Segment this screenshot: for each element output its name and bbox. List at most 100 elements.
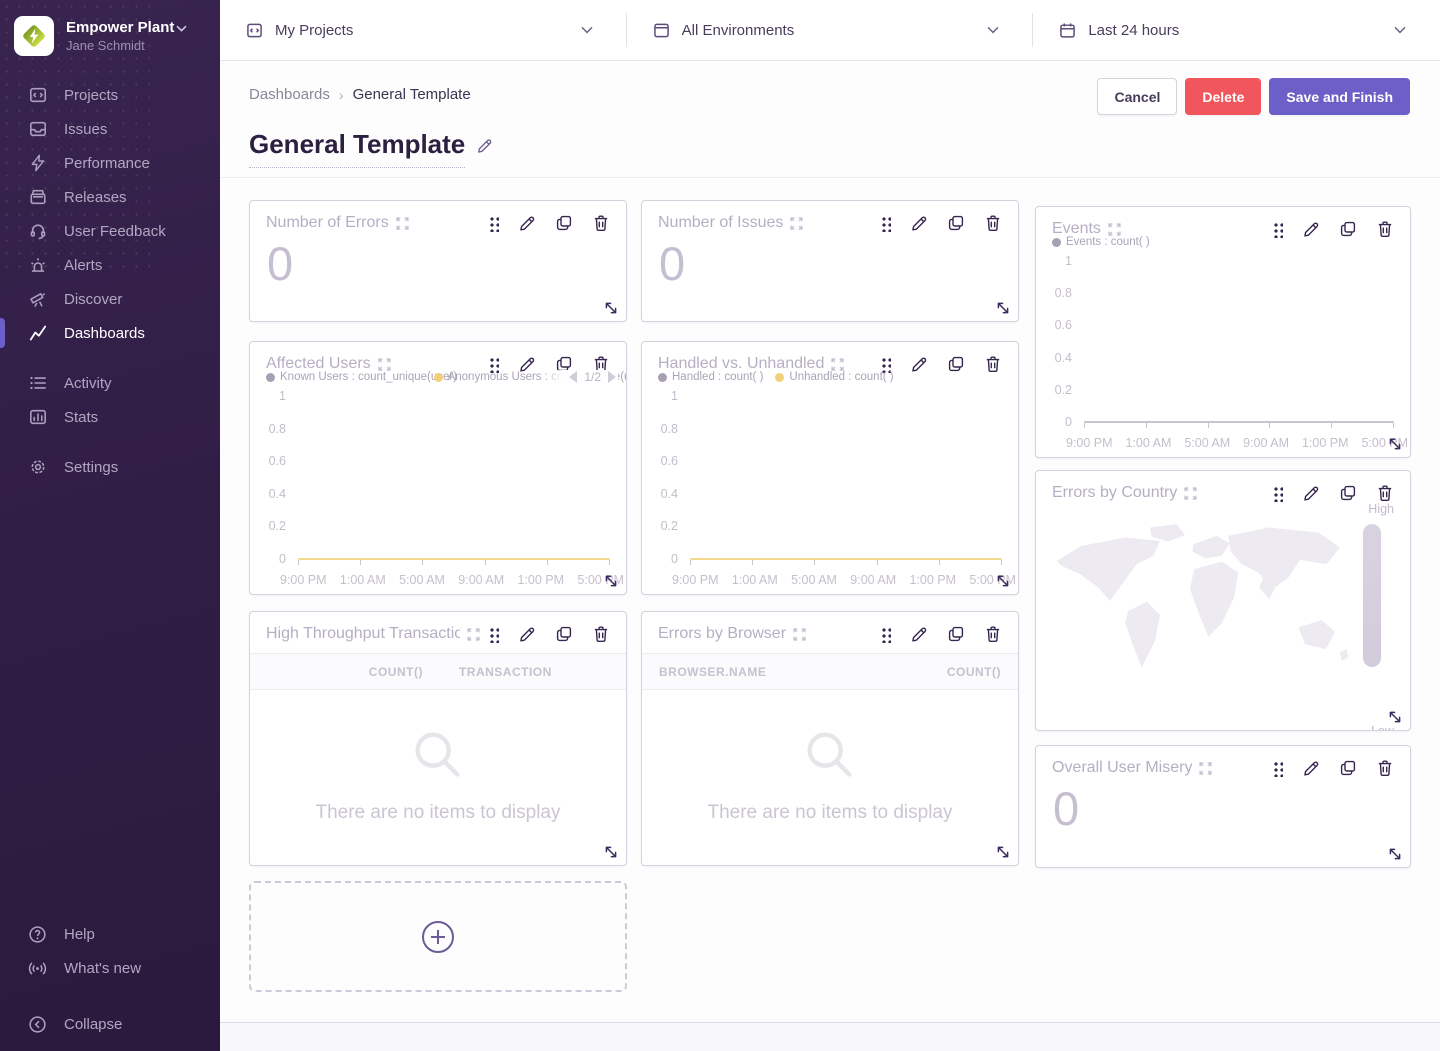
edit-widget-icon[interactable] xyxy=(1302,484,1320,502)
add-widget-button[interactable] xyxy=(249,881,627,992)
edit-widget-icon[interactable] xyxy=(910,214,928,232)
legend-label: Known Users : count_unique(user) xyxy=(280,371,457,383)
cancel-button[interactable]: Cancel xyxy=(1097,78,1177,115)
handled-chart: 10.80.60.40.20 9:00 PM1:00 AM5:00 AM9:00… xyxy=(650,387,1006,592)
expand-icon[interactable] xyxy=(396,217,409,230)
resize-handle-icon[interactable] xyxy=(603,300,619,316)
sidebar-item-whats-new[interactable]: What's new xyxy=(0,951,220,985)
widget-title: High Throughput Transactions xyxy=(266,625,460,643)
duplicate-widget-icon[interactable] xyxy=(947,214,965,232)
widget-errors-by-browser: Errors by Browser BROWSER.NAME COUNT() T… xyxy=(641,611,1019,866)
widget-events: Events Events : count( ) 10.80.60.40.20 xyxy=(1035,206,1411,458)
sidebar-item-alerts[interactable]: Alerts xyxy=(0,248,220,282)
sidebar-item-label: Help xyxy=(64,926,95,943)
legend-pager: 1/2 xyxy=(543,370,618,383)
resize-handle-icon[interactable] xyxy=(995,844,1011,860)
sidebar-item-label: Projects xyxy=(64,87,118,104)
sidebar-item-user-feedback[interactable]: User Feedback xyxy=(0,214,220,248)
resize-handle-icon[interactable] xyxy=(1387,436,1403,452)
resize-handle-icon[interactable] xyxy=(1387,709,1403,725)
breadcrumb-dashboards-link[interactable]: Dashboards xyxy=(249,86,330,103)
expand-icon[interactable] xyxy=(790,217,803,230)
drag-handle-icon[interactable] xyxy=(488,626,499,643)
expand-icon[interactable] xyxy=(1108,223,1121,236)
breadcrumb: Dashboards › General Template xyxy=(249,86,471,103)
org-switcher[interactable]: Empower Plant Jane Schmidt xyxy=(0,0,220,70)
sidebar-item-releases[interactable]: Releases xyxy=(0,180,220,214)
expand-icon[interactable] xyxy=(831,358,844,371)
chevron-down-icon xyxy=(581,26,593,34)
activity-icon xyxy=(28,374,47,393)
delete-widget-icon[interactable] xyxy=(592,214,610,232)
sidebar-item-stats[interactable]: Stats xyxy=(0,400,220,434)
sidebar-item-label: What's new xyxy=(64,960,141,977)
expand-icon[interactable] xyxy=(1199,762,1212,775)
edit-widget-icon[interactable] xyxy=(1302,759,1320,777)
resize-handle-icon[interactable] xyxy=(995,300,1011,316)
drag-handle-icon[interactable] xyxy=(1272,485,1283,502)
delete-widget-icon[interactable] xyxy=(984,214,1002,232)
environment-filter-value: All Environments xyxy=(682,22,795,39)
widget-big-number: 0 xyxy=(250,232,626,287)
resize-handle-icon[interactable] xyxy=(603,844,619,860)
drag-handle-icon[interactable] xyxy=(1272,760,1283,777)
sidebar-item-collapse[interactable]: Collapse xyxy=(0,1007,220,1041)
duplicate-widget-icon[interactable] xyxy=(947,625,965,643)
resize-handle-icon[interactable] xyxy=(1387,846,1403,862)
expand-icon[interactable] xyxy=(1184,487,1197,500)
releases-icon xyxy=(28,188,47,207)
delete-widget-icon[interactable] xyxy=(984,625,1002,643)
sidebar-item-settings[interactable]: Settings xyxy=(0,450,220,484)
sidebar-item-issues[interactable]: Issues xyxy=(0,112,220,146)
resize-handle-icon[interactable] xyxy=(995,573,1011,589)
org-name: Empower Plant xyxy=(66,19,174,38)
widget-affected-users: Affected Users Known Users : count_uniqu… xyxy=(249,341,627,595)
resize-handle-icon[interactable] xyxy=(603,573,619,589)
prev-page-icon[interactable] xyxy=(569,371,577,383)
next-page-icon[interactable] xyxy=(608,371,616,383)
delete-button[interactable]: Delete xyxy=(1185,78,1261,115)
sidebar-item-label: Collapse xyxy=(64,1016,122,1033)
expand-icon[interactable] xyxy=(467,628,480,641)
drag-handle-icon[interactable] xyxy=(488,215,499,232)
drag-handle-icon[interactable] xyxy=(880,215,891,232)
environment-filter[interactable]: All Environments xyxy=(627,0,1034,60)
delete-widget-icon[interactable] xyxy=(1376,759,1394,777)
widget-title: Number of Issues xyxy=(658,214,783,232)
page-title[interactable]: General Template xyxy=(249,129,465,168)
drag-handle-icon[interactable] xyxy=(880,626,891,643)
expand-icon[interactable] xyxy=(378,358,391,371)
duplicate-widget-icon[interactable] xyxy=(1339,759,1357,777)
delete-widget-icon[interactable] xyxy=(592,625,610,643)
legend-swatch xyxy=(1052,238,1061,247)
edit-widget-icon[interactable] xyxy=(518,625,536,643)
sidebar-item-activity[interactable]: Activity xyxy=(0,366,220,400)
duplicate-widget-icon[interactable] xyxy=(555,214,573,232)
sidebar-item-help[interactable]: Help xyxy=(0,917,220,951)
sidebar-item-dashboards[interactable]: Dashboards xyxy=(0,316,220,350)
chart-legend: Known Users : count_unique(user) Anonymo… xyxy=(250,370,626,383)
edit-widget-icon[interactable] xyxy=(518,214,536,232)
page-header: Dashboards › General Template Cancel Del… xyxy=(220,61,1440,178)
sidebar-footer: Help What's new Collapse xyxy=(0,917,220,1041)
stats-icon xyxy=(28,408,47,427)
sidebar-item-performance[interactable]: Performance xyxy=(0,146,220,180)
chevron-down-icon xyxy=(176,18,187,38)
project-filter[interactable]: My Projects xyxy=(220,0,627,60)
edit-widget-icon[interactable] xyxy=(910,625,928,643)
broadcast-icon xyxy=(28,959,47,978)
date-range-filter[interactable]: Last 24 hours xyxy=(1033,0,1440,60)
sidebar-item-projects[interactable]: Projects xyxy=(0,78,220,112)
delete-widget-icon[interactable] xyxy=(1376,484,1394,502)
alerts-icon xyxy=(28,256,47,275)
sidebar-item-discover[interactable]: Discover xyxy=(0,282,220,316)
widget-title: Overall User Misery xyxy=(1052,759,1192,777)
edit-title-pencil-icon[interactable] xyxy=(476,137,493,154)
save-and-finish-button[interactable]: Save and Finish xyxy=(1269,78,1410,115)
widget-controls xyxy=(480,625,610,643)
magnifier-icon xyxy=(799,726,861,788)
duplicate-widget-icon[interactable] xyxy=(1339,484,1357,502)
expand-icon[interactable] xyxy=(793,628,806,641)
sidebar: Empower Plant Jane Schmidt Projects Issu… xyxy=(0,0,220,1051)
duplicate-widget-icon[interactable] xyxy=(555,625,573,643)
